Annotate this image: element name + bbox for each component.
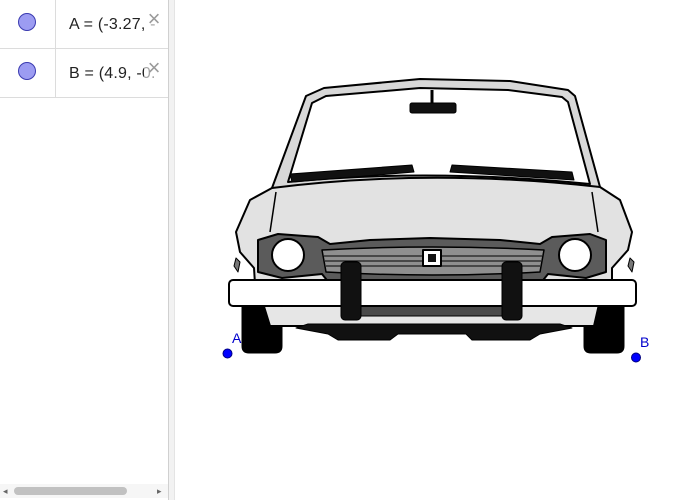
algebra-row-b[interactable]: B = (4.9, -0. ×	[0, 49, 168, 98]
left-headlight	[271, 238, 305, 272]
right-overrider	[501, 261, 523, 321]
scrollbar-thumb[interactable]	[14, 487, 127, 495]
point-a[interactable]: A	[222, 330, 242, 359]
delete-icon[interactable]: ×	[144, 57, 164, 79]
point-b-dot[interactable]	[631, 352, 641, 363]
scroll-right-icon[interactable]: ▸	[157, 486, 162, 497]
view-splitter[interactable]	[168, 0, 175, 500]
point-a-label[interactable]: A	[232, 330, 242, 346]
delete-icon[interactable]: ×	[144, 8, 164, 30]
scroll-left-icon[interactable]: ◂	[3, 486, 8, 497]
algebra-view: A = (-3.27, - × B = (4.9, -0. × ◂ ▸	[0, 0, 168, 500]
point-a-dot[interactable]	[222, 348, 233, 359]
algebra-expression-a[interactable]: A = (-3.27, -	[69, 16, 156, 34]
algebra-expression-b[interactable]: B = (4.9, -0.	[69, 65, 156, 83]
point-b[interactable]: B	[631, 334, 650, 363]
lower-valance	[295, 323, 573, 341]
algebra-row-a[interactable]: A = (-3.27, - ×	[0, 0, 168, 49]
point-b-label[interactable]: B	[640, 334, 649, 350]
bumper	[228, 279, 637, 307]
left-overrider	[340, 261, 362, 321]
windshield	[287, 87, 591, 185]
visibility-toggle-b[interactable]	[18, 62, 36, 80]
car-image[interactable]	[228, 78, 637, 354]
horizontal-scrollbar[interactable]: ◂ ▸	[0, 484, 168, 498]
right-headlight	[558, 238, 592, 272]
visibility-toggle-a[interactable]	[18, 13, 36, 31]
graphics-view[interactable]: A B	[175, 0, 700, 500]
visibility-cell	[0, 49, 56, 97]
rearview-mirror	[409, 102, 457, 114]
visibility-cell	[0, 0, 56, 48]
